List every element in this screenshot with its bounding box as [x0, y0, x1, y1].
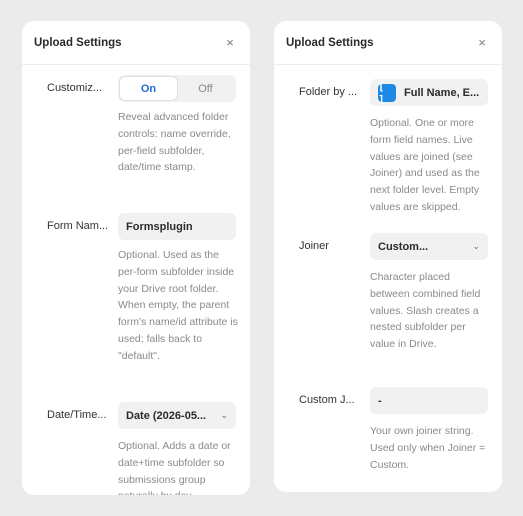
panel-header: Upload Settings ×	[22, 21, 250, 65]
chevron-down-icon: ⌄	[472, 241, 480, 251]
joiner-help: Character placed between combined field …	[370, 271, 481, 351]
upload-settings-panel-left: Upload Settings × Customiz... On Off Rev…	[22, 21, 250, 495]
customize-label: Customiz...	[47, 82, 103, 94]
date-time-select[interactable]: Date (2026-05... ⌄	[118, 402, 236, 429]
panel-title: Upload Settings	[286, 36, 374, 49]
close-icon[interactable]: ×	[222, 35, 238, 51]
panel-header: Upload Settings ×	[274, 21, 502, 65]
custom-joiner-input[interactable]: -	[370, 387, 488, 414]
joiner-value: Custom...	[378, 240, 429, 253]
form-name-input[interactable]: Formsplugin	[118, 213, 236, 240]
toggle-off-option[interactable]: Off	[177, 77, 234, 100]
folder-by-help: Optional. One or more form field names. …	[370, 117, 480, 213]
joiner-select[interactable]: Custom... ⌄	[370, 233, 488, 260]
folder-by-field-picker[interactable]: [ ] Full Name, E...	[370, 79, 488, 106]
folder-by-label: Folder by ...	[299, 86, 358, 98]
brackets-icon: [ ]	[378, 80, 396, 106]
custom-joiner-help: Your own joiner string. Used only when J…	[370, 425, 486, 471]
form-name-label: Form Nam...	[47, 220, 109, 232]
customize-help: Reveal advanced folder controls: name ov…	[118, 111, 231, 174]
date-time-help: Optional. Adds a date or date+time subfo…	[118, 440, 231, 495]
date-time-value: Date (2026-05...	[126, 409, 207, 422]
date-time-label: Date/Time...	[47, 409, 107, 421]
chevron-down-icon: ⌄	[220, 410, 228, 420]
joiner-label: Joiner	[299, 240, 329, 252]
customize-toggle[interactable]: On Off	[118, 75, 236, 102]
custom-joiner-label: Custom J...	[299, 394, 355, 406]
folder-by-value: Full Name, E...	[404, 86, 480, 99]
panel-title: Upload Settings	[34, 36, 122, 49]
close-icon[interactable]: ×	[474, 35, 490, 51]
upload-settings-panel-right: Upload Settings × Folder by ... [ ] Full…	[274, 21, 502, 492]
form-name-help: Optional. Used as the per-form subfolder…	[118, 249, 238, 362]
toggle-on-option[interactable]: On	[120, 77, 177, 100]
